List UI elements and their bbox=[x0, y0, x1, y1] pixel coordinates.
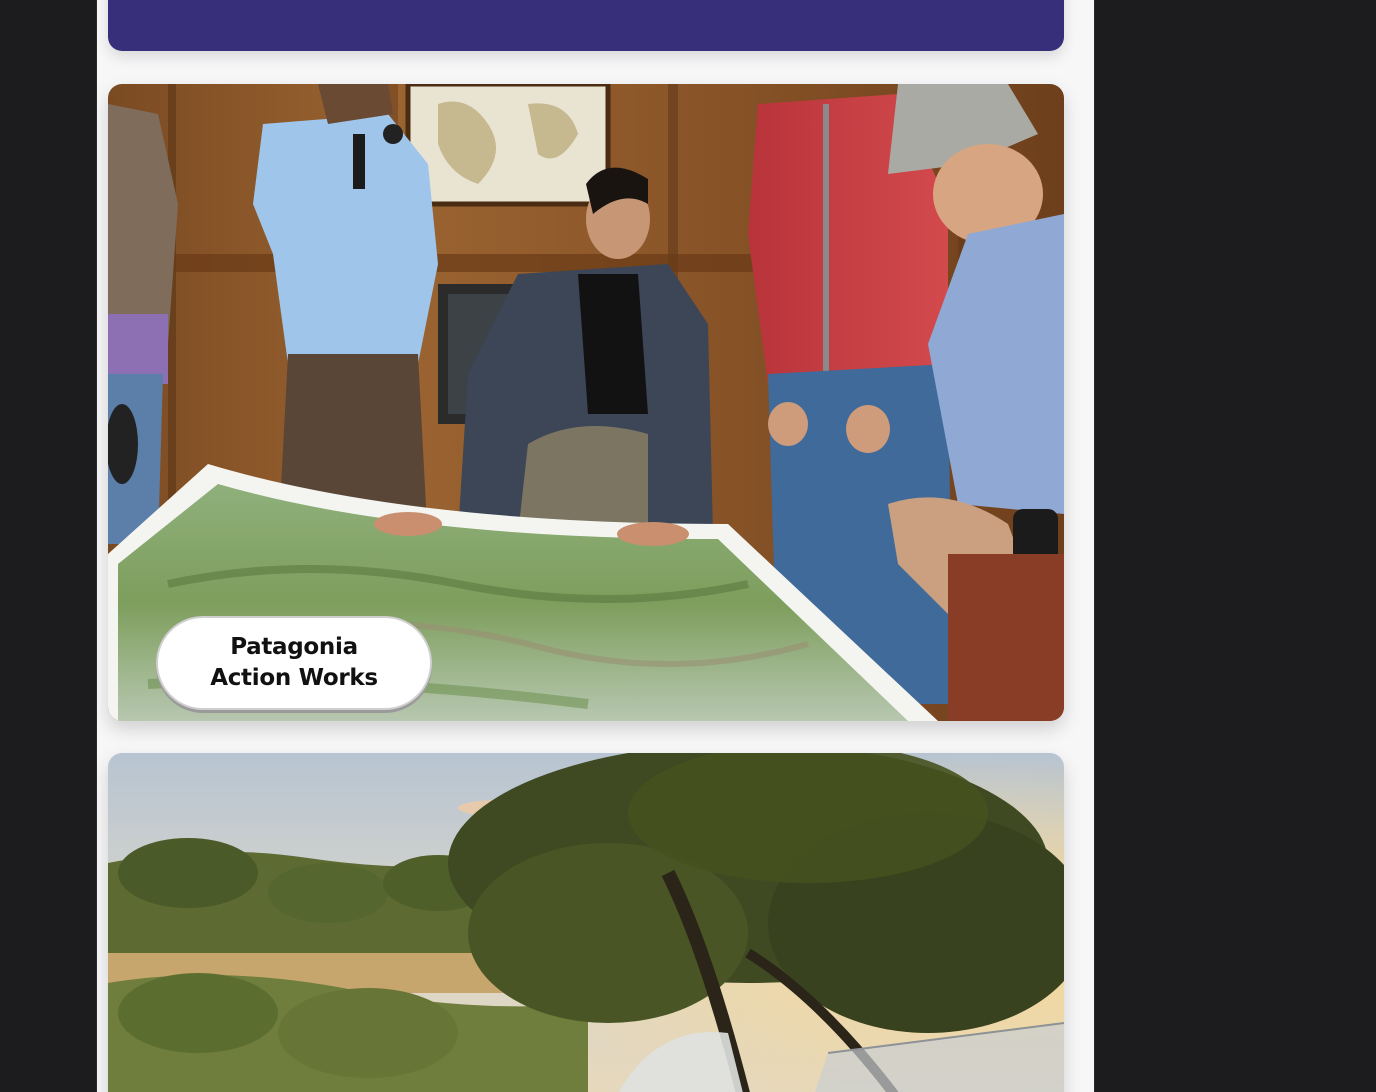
oak-trees-photo bbox=[108, 753, 1064, 1092]
content-column: Patagonia Action Works bbox=[96, 0, 1095, 1092]
action-works-card[interactable]: Patagonia Action Works bbox=[108, 84, 1064, 721]
landscape-card[interactable] bbox=[108, 753, 1064, 1092]
promo-card[interactable] bbox=[108, 0, 1064, 51]
card-title-label[interactable]: Patagonia Action Works bbox=[156, 616, 432, 710]
